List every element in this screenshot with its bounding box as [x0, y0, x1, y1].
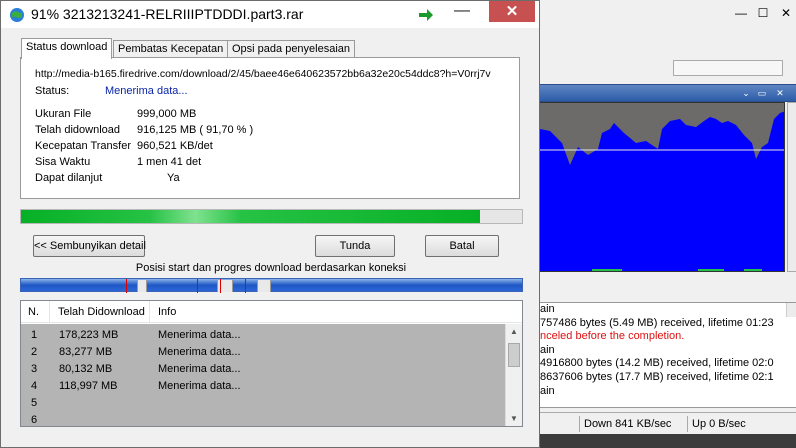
window-title: 91% 3213213241-RELRIIIPTDDDI.part3.rar: [31, 6, 304, 22]
bg-close-button[interactable]: ✕: [775, 4, 796, 22]
row-number: 2: [31, 346, 38, 358]
bg-minimize-button[interactable]: —: [731, 4, 751, 22]
connections-progress-bar: [20, 278, 523, 293]
file-size-label: Ukuran File: [35, 108, 92, 120]
transfer-rate-value: 960,521 KB/det: [137, 140, 213, 152]
row-info: Menerima data...: [158, 346, 241, 358]
log-line: 4916800 bytes (14.2 MB) received, lifeti…: [540, 357, 774, 370]
row-number: 4: [31, 380, 38, 392]
log-line-error: nceled before the completion.: [540, 330, 685, 343]
log-line: 8637606 bytes (17.7 MB) received, lifeti…: [540, 370, 774, 383]
row-info: Menerima data...: [158, 380, 241, 392]
log-line: 757486 bytes (5.49 MB) received, lifetim…: [540, 316, 774, 329]
column-header-downloaded[interactable]: Telah Didownload: [58, 306, 145, 318]
row-number: 1: [31, 329, 38, 341]
connections-list-scrollbar[interactable]: ▲ ▼: [505, 324, 522, 426]
title-bar: 91% 3213213241-RELRIIIPTDDDI.part3.rar —…: [1, 1, 539, 28]
row-downloaded: 118,997 MB: [59, 380, 118, 392]
log-scrollbar[interactable]: [786, 303, 796, 317]
scroll-up-icon[interactable]: ▲: [506, 324, 522, 340]
minimize-button[interactable]: —: [449, 3, 475, 23]
log-line: ain: [540, 384, 555, 397]
column-header-info[interactable]: Info: [158, 306, 176, 318]
status-bar: Down 841 KB/sec Up 0 B/sec: [531, 412, 796, 434]
resume-capability-value: Ya: [167, 172, 180, 184]
connection-marker: [126, 279, 127, 293]
row-downloaded: 178,223 MB: [59, 329, 119, 341]
background-window: — ☐ ✕ ⌄ ▭ ✕ ain 757486 bytes (5.49 MB) r…: [530, 0, 796, 448]
status-label: Status:: [35, 85, 70, 97]
download-dialog: 91% 3213213241-RELRIIIPTDDDI.part3.rar —…: [0, 0, 540, 448]
download-url: http://media-b165.firedrive.com/download…: [35, 68, 491, 80]
status-up-speed: Up 0 B/sec: [687, 416, 746, 432]
bg-toolbar-field[interactable]: [673, 60, 783, 76]
pause-button[interactable]: Tunda: [315, 235, 395, 257]
hide-details-button[interactable]: << Sembunyikan detail: [33, 235, 146, 257]
time-left-label: Sisa Waktu: [35, 156, 91, 168]
list-row[interactable]: 1 178,223 MB Menerima data...: [21, 326, 505, 343]
row-downloaded: 80,132 MB: [59, 363, 113, 375]
row-info: Menerima data...: [158, 329, 241, 341]
tab-status-download[interactable]: Status download: [21, 38, 113, 59]
speed-graph-marker: [698, 269, 724, 271]
scroll-thumb[interactable]: [508, 343, 520, 367]
log-line: ain: [540, 343, 555, 356]
row-number: 5: [31, 397, 38, 409]
list-row[interactable]: 6: [21, 411, 505, 426]
file-size-value: 999,000 MB: [137, 108, 197, 120]
connection-marker: [245, 279, 246, 293]
connections-list-body: 1 178,223 MB Menerima data... 2 83,277 M…: [21, 324, 505, 426]
graph-titlebar: ⌄ ▭ ✕: [539, 84, 796, 102]
downloaded-value: 916,125 MB ( 91,70 % ): [137, 124, 254, 136]
connection-segment-gap: [137, 280, 147, 292]
speed-graph-area: [540, 111, 784, 271]
transfer-rate-label: Kecepatan Transfer: [35, 140, 132, 152]
tab-on-completion[interactable]: Opsi pada penyelesaian: [227, 40, 356, 58]
connections-caption: Posisi start dan progres download berdas…: [135, 262, 407, 274]
download-progress-bar: [20, 209, 523, 224]
connection-marker: [220, 279, 221, 293]
bg-maximize-button[interactable]: ☐: [753, 4, 773, 22]
graph-restore-icon[interactable]: ▭: [756, 87, 768, 99]
column-divider[interactable]: [49, 301, 50, 323]
list-row[interactable]: 4 118,997 MB Menerima data...: [21, 377, 505, 394]
list-row[interactable]: 3 80,132 MB Menerima data...: [21, 360, 505, 377]
speed-graph: [539, 102, 785, 272]
list-row[interactable]: 2 83,277 MB Menerima data...: [21, 343, 505, 360]
idm-globe-icon: [10, 8, 24, 22]
green-arrow-icon[interactable]: [419, 9, 433, 21]
graph-close-icon[interactable]: ✕: [774, 87, 786, 99]
scroll-down-icon[interactable]: ▼: [506, 411, 522, 426]
column-divider[interactable]: [149, 301, 150, 323]
speed-graph-svg: [540, 111, 784, 271]
row-downloaded: 83,277 MB: [59, 346, 113, 358]
connection-segment-gap: [257, 280, 271, 292]
row-number: 6: [31, 414, 38, 426]
list-row[interactable]: 5: [21, 394, 505, 411]
connection-marker: [197, 279, 198, 293]
graph-collapse-icon[interactable]: ⌄: [740, 87, 752, 99]
tab-speed-limiter[interactable]: Pembatas Kecepatan: [113, 40, 229, 58]
close-button[interactable]: ✕: [489, 1, 535, 22]
row-info: Menerima data...: [158, 363, 241, 375]
downloaded-label: Telah didownload: [35, 124, 121, 136]
column-header-number[interactable]: N.: [28, 306, 39, 318]
connections-list: N. Telah Didownload Info 1 178,223 MB Me…: [20, 300, 523, 427]
connection-log: ain 757486 bytes (5.49 MB) received, lif…: [539, 302, 796, 408]
time-left-value: 1 men 41 det: [137, 156, 202, 168]
speed-graph-marker: [592, 269, 622, 271]
status-value: Menerima data...: [105, 85, 188, 97]
speed-graph-marker: [744, 269, 762, 271]
row-number: 3: [31, 363, 38, 375]
connections-list-header: N. Telah Didownload Info: [21, 301, 522, 323]
graph-scrollbar[interactable]: [787, 102, 796, 272]
status-down-speed: Down 841 KB/sec: [579, 416, 671, 432]
download-progress-fill: [21, 210, 480, 223]
cancel-button[interactable]: Batal: [425, 235, 499, 257]
resume-capability-label: Dapat dilanjut: [35, 172, 103, 184]
log-line: ain: [540, 303, 555, 315]
status-panel: http://media-b165.firedrive.com/download…: [20, 57, 520, 199]
